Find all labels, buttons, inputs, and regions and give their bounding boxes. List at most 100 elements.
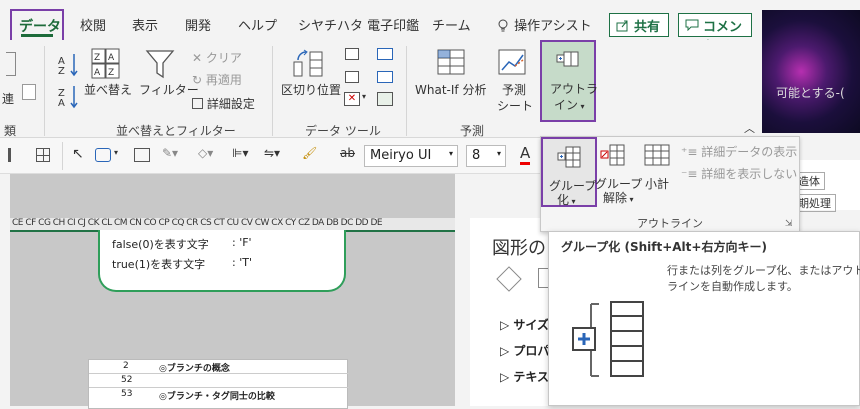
subtotal-button[interactable]: 小計 [641, 137, 675, 207]
chevron-down-icon: ▾ [496, 149, 501, 158]
sort-az-icon[interactable]: A Z Z A [56, 52, 82, 114]
divider [272, 46, 273, 136]
format-painter-icon[interactable]: 🖌 [302, 146, 317, 160]
chevron-down-icon[interactable]: ▾ [114, 148, 118, 157]
tab-view[interactable]: 表示 [132, 15, 158, 34]
embedded-grid: 2 ◎ブランチの概念 52 53 ◎ブランチ・タグ同士の比較 [88, 359, 349, 409]
callout-shape[interactable]: false(0)を表す文字 : 'F' true(1)を表す文字 : 'T' [98, 230, 346, 292]
filter-button[interactable]: フィルター [139, 81, 199, 98]
callout-row1-value: : 'F' [232, 236, 252, 249]
callout-row2-value: : 'T' [232, 256, 252, 269]
group-label-partial: 類 [4, 124, 17, 138]
data-validation-icon[interactable]: ✕ [344, 92, 360, 106]
group-button[interactable]: グループ 化 ▾ [541, 137, 597, 207]
sort-button[interactable]: 並べ替え [84, 81, 132, 98]
more-dropdown-icon[interactable] [22, 84, 36, 100]
outline-label-line2: イン ▾ [554, 96, 585, 113]
show-detail-label: 詳細データの表示 [701, 145, 798, 159]
clear-icon: ✕ [192, 51, 203, 65]
font-size-dropdown[interactable]: 8 ▾ [466, 145, 506, 167]
advanced-filter-icon [192, 98, 203, 109]
fill-line-icon[interactable] [496, 266, 522, 292]
clear-button[interactable]: ✕ クリア [192, 49, 242, 66]
pane-item-size[interactable]: ▷ サイズ [500, 316, 549, 333]
text-to-columns-icon[interactable] [292, 48, 326, 78]
font-name-dropdown[interactable]: Meiryo UI ▾ [364, 145, 458, 167]
outline-group-label: アウトライン [637, 217, 703, 230]
select-objects-icon[interactable]: ↖ [72, 146, 84, 162]
row-number: 52 [121, 375, 133, 385]
svg-text:A: A [58, 98, 65, 109]
forecast-sheet-line2[interactable]: シート [497, 97, 533, 114]
tab-team[interactable]: チーム [432, 15, 471, 34]
row-number: 2 [123, 361, 129, 371]
tab-data-label: データ [19, 19, 61, 35]
strikethrough-icon[interactable]: ab [340, 146, 355, 160]
advanced-filter-button[interactable]: 詳細設定 [192, 95, 255, 112]
borders-icon[interactable] [36, 148, 50, 162]
divider [406, 46, 407, 136]
dialog-launcher-icon[interactable]: ⇲ [785, 219, 793, 229]
pane-item-label: サイズ [513, 318, 550, 332]
tab-developer[interactable]: 開発 [185, 15, 211, 34]
rotate-icon[interactable]: ⇋▾ [264, 146, 280, 160]
outline-label-line1: アウトラ [550, 82, 599, 96]
row-text: ◎ブランチの概念 [159, 364, 230, 374]
text-to-columns-button[interactable]: 区切り位置 [281, 81, 341, 98]
chevron-down-icon: ▾ [569, 197, 576, 206]
image-icon[interactable] [134, 148, 150, 162]
ungroup-button[interactable]: グループ 解除 ▾ [595, 137, 642, 207]
show-detail-icon: ⁺≡ [681, 145, 702, 159]
show-detail-button[interactable]: ⁺≡ 詳細データの表示 [681, 143, 797, 160]
data-model-icon[interactable] [377, 92, 393, 106]
reapply-button[interactable]: ↻ 再適用 [192, 71, 242, 88]
svg-text:A: A [94, 68, 101, 78]
subtotal-icon [644, 144, 670, 166]
collapse-ribbon-icon[interactable]: ︿ [744, 120, 755, 136]
tooltip-desc-line1: 行または列をグループ化、またはアウト [667, 264, 860, 277]
tab-data[interactable]: データ [10, 9, 64, 42]
fill-color-icon[interactable]: ◇▾ [198, 146, 213, 160]
hide-detail-label: 詳細を表示しない [701, 167, 798, 181]
pen-icon[interactable]: ✎▾ [162, 146, 178, 160]
tell-me-box[interactable]: 操作アシスト [496, 15, 592, 34]
comment-icon [685, 19, 699, 31]
worksheet-area: CE CF CG CH CI CJ CK CL CM CN CO CP CQ C… [10, 174, 455, 409]
background-image: 可能とする-( [762, 10, 860, 133]
tab-review[interactable]: 校閲 [80, 15, 106, 34]
share-label: 共有 [634, 20, 661, 35]
align-icon[interactable]: ⊫▾ [232, 146, 248, 160]
comment-button[interactable]: コメント [678, 13, 752, 54]
forecast-sheet-line1[interactable]: 予測 [502, 81, 526, 98]
whatif-button[interactable]: What-If 分析 [415, 81, 486, 98]
chevron-down-icon: ▾ [627, 195, 634, 204]
grid-row: 53 ◎ブランチ・タグ同士の比較 [89, 388, 349, 402]
outline-button[interactable]: アウトラ イン ▾ [540, 40, 599, 122]
lightbulb-icon [498, 19, 508, 32]
share-button[interactable]: 共有 [609, 13, 669, 37]
relationships-icon[interactable] [377, 71, 393, 83]
reapply-icon: ↻ [192, 73, 203, 87]
subtotal-label: 小計 [645, 177, 670, 191]
tooltip: グループ化 (Shift+Alt+右方向キー) 行または列をグループ化、またはア… [548, 231, 860, 406]
group-preview-icon [572, 301, 644, 377]
chevron-down-icon: ▾ [448, 149, 453, 158]
shapes-icon[interactable] [95, 148, 111, 162]
font-color-icon[interactable]: A [520, 144, 531, 165]
forecast-sheet-icon[interactable] [497, 48, 529, 80]
sort-dialog-icon[interactable]: ZA AZ [91, 48, 121, 80]
tab-shachihata[interactable]: シヤチハタ 電子印鑑 [298, 15, 419, 34]
filter-icon[interactable] [145, 48, 175, 80]
hide-detail-button[interactable]: ⁻≡ 詳細を表示しない [681, 165, 797, 182]
row-text: ◎ブランチ・タグ同士の比較 [159, 392, 275, 402]
background-overlay-text: 可能とする-( [776, 86, 845, 100]
consolidate-icon[interactable] [377, 48, 393, 60]
svg-text:Z: Z [58, 66, 65, 77]
share-icon [616, 20, 628, 32]
remove-duplicates-icon[interactable] [345, 71, 359, 83]
flash-fill-icon[interactable] [345, 48, 359, 60]
svg-text:A: A [108, 53, 115, 63]
tab-help[interactable]: ヘルプ [238, 15, 277, 34]
dropdown-arrow-icon[interactable]: ▾ [362, 92, 366, 101]
whatif-icon[interactable] [436, 48, 468, 80]
